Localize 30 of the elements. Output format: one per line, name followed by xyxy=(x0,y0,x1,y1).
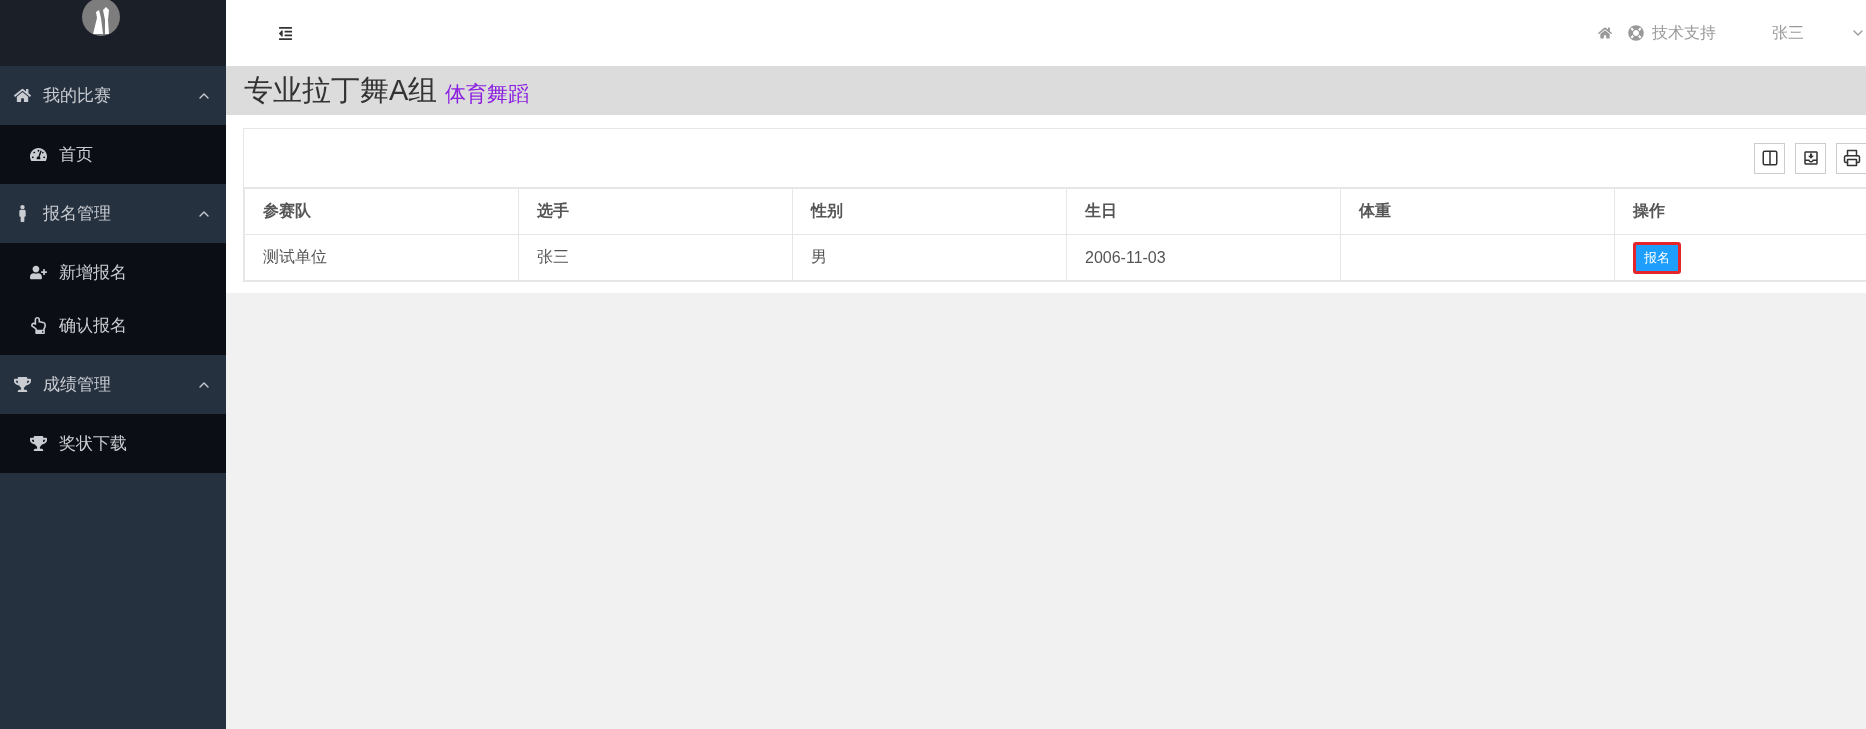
table-cell: 男 xyxy=(811,248,827,265)
user-plus-icon xyxy=(30,264,47,281)
columns-button[interactable] xyxy=(1754,142,1785,174)
column-header: 参赛队 xyxy=(244,188,519,235)
trophy-icon xyxy=(30,435,47,452)
sidebar-item[interactable]: 新增报名 xyxy=(0,246,226,299)
home-icon xyxy=(14,87,31,104)
column-header: 体重 xyxy=(1340,188,1615,235)
home-icon[interactable] xyxy=(1598,26,1612,40)
page-title: 专业拉丁舞A组 xyxy=(244,72,438,108)
columns-icon xyxy=(1760,149,1779,167)
table-cell: 2006-11-03 xyxy=(1085,248,1166,266)
pointing-hand-icon xyxy=(30,317,47,334)
page-subtitle: 体育舞蹈 xyxy=(445,80,530,107)
column-header: 操作 xyxy=(1614,188,1866,235)
lifebuoy-icon xyxy=(1628,25,1644,41)
column-header: 性别 xyxy=(792,188,1067,235)
column-header: 选手 xyxy=(518,188,793,235)
logo-drawing xyxy=(79,0,123,39)
tray-icon xyxy=(1801,149,1820,167)
print-button[interactable] xyxy=(1836,142,1866,174)
table-cell: 张三 xyxy=(537,248,569,265)
table-cell: 测试单位 xyxy=(263,248,327,265)
export-button[interactable] xyxy=(1795,142,1826,174)
sidebar-item[interactable]: 确认报名 xyxy=(0,299,226,352)
gauge-icon xyxy=(30,146,47,163)
print-icon xyxy=(1842,149,1861,167)
menu-icon[interactable] xyxy=(278,25,293,41)
column-header: 生日 xyxy=(1066,188,1341,235)
trophy-icon xyxy=(14,376,31,393)
